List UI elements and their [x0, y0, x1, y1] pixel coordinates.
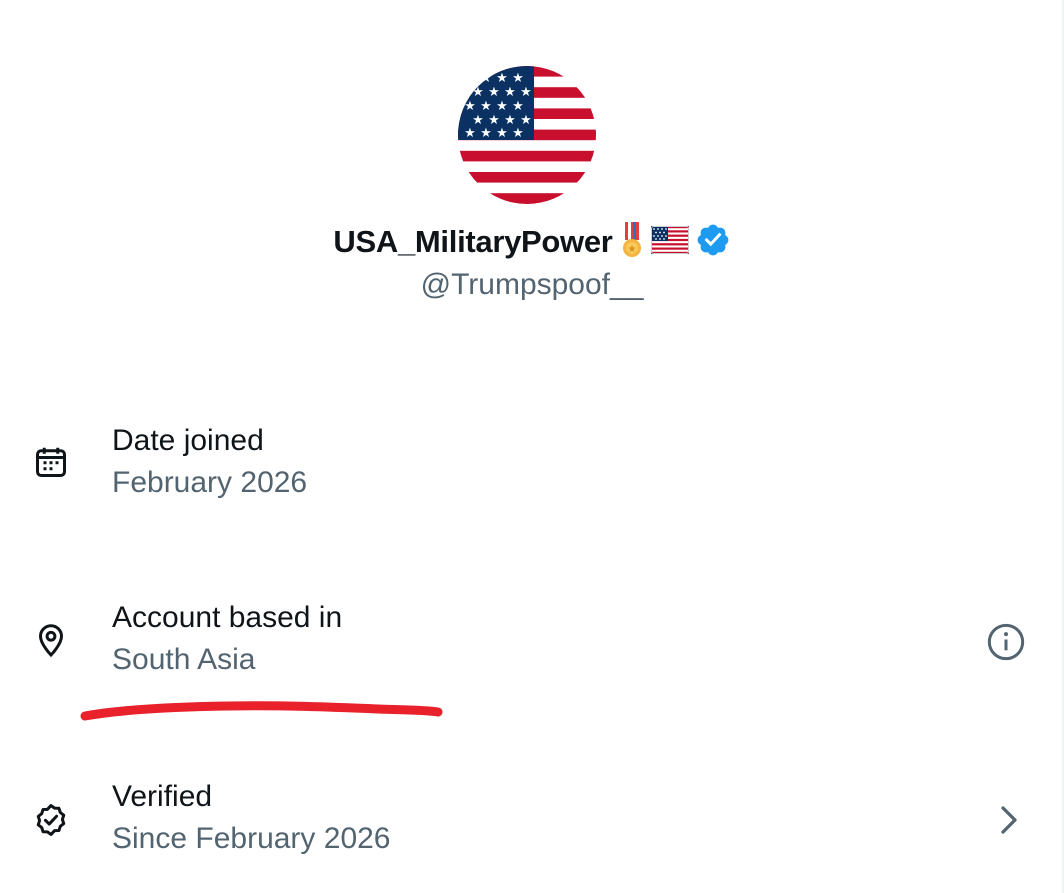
red-underline-annotation: [80, 701, 443, 721]
us-flag-avatar: ★ ★ ★ ★ ★ ★ ★ ★ ★ ★ ★ ★ ★ ★ ★ ★ ★ ★ ★ ★: [458, 66, 596, 204]
detail-value: February 2026: [112, 466, 308, 499]
chevron-right-icon[interactable]: [994, 802, 1024, 843]
calendar-icon: [33, 444, 69, 485]
svg-text:★: ★: [496, 126, 508, 141]
svg-text:★: ★: [512, 99, 524, 114]
svg-text:★: ★: [480, 71, 492, 86]
detail-title: Verified: [112, 780, 213, 813]
detail-title: Date joined: [112, 424, 264, 457]
detail-row-verified[interactable]: Verified Since February 2026: [0, 776, 1064, 876]
military-medal-icon: ★: [619, 221, 645, 264]
detail-title: Account based in: [112, 601, 343, 634]
svg-text:★: ★: [464, 126, 476, 141]
svg-text:★: ★: [464, 99, 476, 114]
verified-outline-icon: [33, 802, 69, 843]
svg-text:★: ★: [512, 126, 524, 141]
svg-text:★: ★: [504, 85, 516, 100]
svg-text:★: ★: [496, 99, 508, 114]
info-icon[interactable]: [986, 622, 1026, 667]
detail-row-date-joined: Date joined February 2026: [0, 420, 1064, 520]
svg-text:★: ★: [520, 85, 532, 100]
detail-value: Since February 2026: [112, 822, 391, 855]
display-name: USA_MilitaryPower: [333, 224, 613, 259]
svg-text:★: ★: [464, 71, 476, 86]
profile-avatar[interactable]: ★ ★ ★ ★ ★ ★ ★ ★ ★ ★ ★ ★ ★ ★ ★ ★ ★ ★ ★ ★: [458, 66, 596, 204]
svg-text:★: ★: [480, 126, 492, 141]
location-pin-icon: [33, 622, 69, 663]
svg-text:★: ★: [512, 71, 524, 86]
svg-text:★: ★: [480, 99, 492, 114]
svg-text:★: ★: [488, 85, 500, 100]
profile-name-row: USA_MilitaryPower ★: [0, 221, 1064, 264]
us-flag-icon: [650, 225, 689, 259]
verified-badge-icon[interactable]: [695, 222, 731, 263]
svg-text:★: ★: [472, 85, 484, 100]
svg-text:★: ★: [627, 244, 636, 255]
detail-row-account-based-in: Account based in South Asia: [0, 598, 1064, 698]
svg-text:★: ★: [496, 71, 508, 86]
profile-handle: @Trumpspoof__: [420, 268, 644, 301]
detail-value: South Asia: [112, 643, 256, 676]
